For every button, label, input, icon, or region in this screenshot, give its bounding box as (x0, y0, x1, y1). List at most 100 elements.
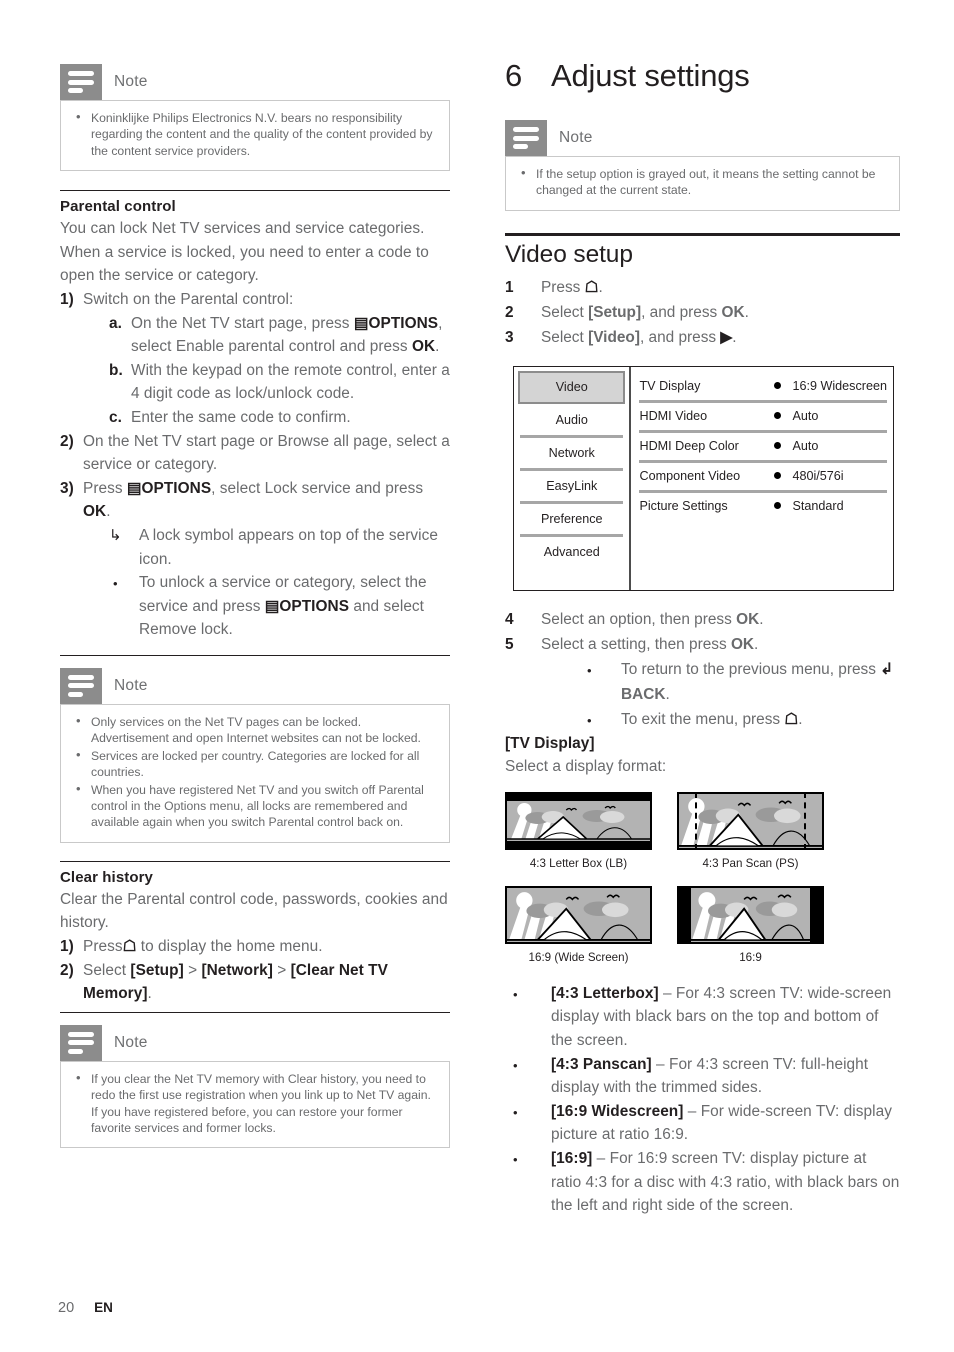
substep-text: With the keypad on the remote control, e… (131, 361, 450, 403)
bullet-dot-icon (774, 412, 782, 420)
bullet-dot-icon (774, 442, 782, 450)
clear-history-intro: Clear the Parental control code, passwor… (60, 890, 448, 932)
right-column: 6 Adjust settings Note If the setup opti… (505, 58, 900, 1218)
play-right-icon: ▶ (720, 328, 733, 346)
settings-category-preference[interactable]: Preference (518, 500, 625, 536)
section-divider (60, 190, 450, 192)
step-text: Select an option, then press (541, 610, 732, 628)
parental-intro: You can lock Net TV services and service… (60, 220, 429, 285)
thumbnail-row-2: 16:9 (Wide Screen) 16:9 (505, 885, 900, 964)
note-title: Note (559, 129, 593, 146)
note-box-clear-memory: Note If you clear the Net TV memory with… (60, 1024, 450, 1149)
parental-step-1: 1) Switch on the Parental control: a. On … (60, 288, 450, 430)
crop-guide-right (804, 791, 806, 850)
settings-category-advanced[interactable]: Advanced (518, 533, 625, 569)
chapter-heading: 6 Adjust settings (505, 58, 900, 94)
format-term: [16:9] (551, 1149, 593, 1167)
network-label: [Network] (201, 961, 273, 979)
period: . (106, 503, 111, 521)
back-arrow-icon: ↲ (880, 660, 894, 678)
tv-picture-area (679, 793, 822, 848)
tv-picture-area (507, 887, 650, 942)
bullet-icon: • (513, 1151, 518, 1167)
home-icon: ☖ (584, 278, 599, 296)
bullet-icon: • (513, 1104, 518, 1120)
bullet-icon: • (513, 986, 518, 1002)
options-label: OPTIONS (279, 597, 350, 615)
bullet-dot-icon (774, 382, 782, 390)
note-icon (60, 1024, 102, 1061)
option-value: Auto (792, 408, 819, 423)
settings-menu-screenshot: Video Audio Network EasyLink Preference … (513, 365, 894, 591)
settings-category-network[interactable]: Network (518, 434, 625, 470)
note-icon (505, 120, 547, 156)
note-item: Koninklijke Philips Electronics N.V. bea… (71, 109, 437, 159)
settings-row-picture-settings[interactable]: Picture Settings Standard (639, 489, 887, 521)
setup-label: [Setup] (588, 303, 642, 321)
settings-row-tv-display[interactable]: TV Display 16:9 Widescreen (639, 371, 887, 401)
settings-menu-options: TV Display 16:9 Widescreen HDMI Video Au… (631, 367, 893, 590)
step-text: Switch on the Parental control: (83, 291, 294, 308)
tip-text: To return to the previous menu, press (621, 660, 876, 678)
thumbnail-widescreen: 16:9 (Wide Screen) (505, 885, 652, 964)
option-label: HDMI Video (639, 408, 708, 423)
settings-menu-categories: Video Audio Network EasyLink Preference … (514, 366, 632, 590)
bullet-icon: • (587, 712, 592, 728)
step-number: 1) (60, 937, 74, 955)
format-term: [16:9 Widescreen] (551, 1102, 684, 1120)
tv-display-thumbnails: 4:3 Letter Box (LB) 4:3 Pan Scan (PS) 16… (505, 791, 900, 964)
video-setup-step-1: 1 Press ☖. (505, 275, 900, 300)
video-label: [Video] (588, 328, 640, 346)
step-number: 2) (60, 961, 74, 979)
step-number: 5 (505, 635, 514, 653)
settings-row-hdmi-video[interactable]: HDMI Video Auto (639, 399, 887, 431)
tv-preview (677, 791, 824, 850)
option-label: HDMI Deep Color (639, 438, 739, 453)
note-body: If you clear the Net TV memory with Clea… (60, 1060, 450, 1149)
note-body: If the setup option is grayed out, it me… (505, 156, 900, 211)
note-item: Only services on the Net TV pages can be… (71, 713, 437, 747)
section-heading-video-setup: Video setup (505, 240, 633, 268)
bullet-icon: • (113, 576, 118, 592)
parental-step-3: 3) Press ▤OPTIONS, select Lock service a… (60, 477, 450, 642)
period: . (147, 985, 152, 1003)
language-code: EN (94, 1300, 113, 1315)
note-title: Note (114, 73, 148, 90)
substep-text: Enter the same code to confirm. (131, 408, 351, 426)
step-text-2: , and press (641, 303, 718, 321)
note-body: Koninklijke Philips Electronics N.V. bea… (60, 100, 450, 172)
note-header: Note (505, 120, 900, 156)
settings-category-video[interactable]: Video (518, 370, 626, 404)
note-item: If the setup option is grayed out, it me… (516, 165, 887, 199)
note-title: Note (114, 676, 148, 694)
step-text: Select (541, 303, 584, 321)
thumbnail-caption: 4:3 Letter Box (LB) (529, 856, 628, 870)
note-box-grayed-option: Note If the setup option is grayed out, … (505, 120, 900, 211)
bullet-icon: • (587, 662, 592, 678)
settings-category-easylink[interactable]: EasyLink (518, 467, 625, 503)
settings-row-component-video[interactable]: Component Video 480i/576i (639, 459, 887, 491)
option-value: Auto (792, 438, 819, 453)
settings-category-audio[interactable]: Audio (518, 404, 625, 437)
format-term: [4:3 Letterbox] (551, 984, 659, 1002)
step-number: 3 (505, 328, 514, 346)
step-text: Press (541, 278, 581, 296)
clear-history-steps: 1) Press☖ to display the home menu. 2) S… (60, 935, 450, 1006)
video-setup-steps-continued: 4 Select an option, then press OK. 5 Sel… (505, 607, 900, 732)
arrow-icon: ↳ (109, 526, 122, 544)
option-value: Standard (792, 498, 844, 513)
section-divider-thick (505, 232, 900, 236)
option-value: 16:9 Widescreen (792, 378, 887, 393)
ok-label: OK (83, 503, 107, 521)
note-box-locking-rules: Note Only services on the Net TV pages c… (60, 667, 450, 843)
substep-text: On the Net TV start page, press (131, 314, 350, 332)
settings-row-hdmi-deep-color[interactable]: HDMI Deep Color Auto (639, 429, 887, 461)
note-icon (60, 64, 102, 100)
landscape-illustration (507, 800, 650, 841)
step5-tips: • To return to the previous menu, press … (541, 657, 900, 732)
landscape-illustration (691, 887, 810, 942)
step-number: 3) (60, 479, 74, 497)
result-item: ↳ A lock symbol appears on top of the se… (83, 524, 450, 571)
format-item-letterbox: • [4:3 Letterbox] – For 4:3 screen TV: w… (505, 982, 900, 1053)
note-item: Services are locked per country. Categor… (71, 747, 437, 781)
